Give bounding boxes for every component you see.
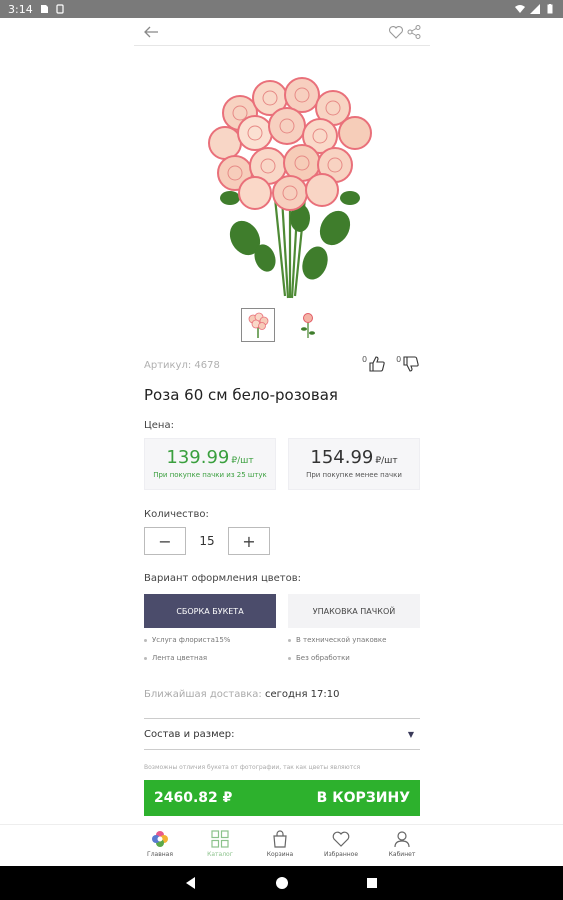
tab-label: Корзина — [266, 851, 294, 858]
dislike-button[interactable]: 0 — [396, 355, 420, 373]
feature-item: Лента цветная — [144, 654, 230, 662]
tab-favorites[interactable]: Избранное — [311, 829, 371, 858]
tab-catalog[interactable]: Каталог — [190, 829, 250, 858]
tab-home[interactable]: Главная — [130, 829, 190, 858]
price-option-pack[interactable]: 139.99 ₽/шт При покупке пачки из 25 штук — [144, 438, 276, 490]
composition-label: Состав и размер: — [144, 728, 235, 740]
photo-disclaimer: Возможны отличия букета от фотографии, т… — [144, 764, 361, 771]
delivery-info: Ближайшая доставка: сегодня 17:10 — [144, 689, 339, 700]
delivery-label: Ближайшая доставка: — [144, 689, 262, 700]
wifi-icon — [515, 5, 525, 13]
tab-label: Каталог — [207, 851, 233, 858]
bottom-tab-bar: Главная Каталог Корзина Избранное Кабине… — [0, 824, 563, 866]
back-triangle-icon[interactable] — [183, 875, 199, 891]
battery-icon — [547, 4, 553, 14]
grid-icon — [211, 830, 229, 848]
variant-label: Вариант оформления цветов: — [144, 573, 302, 584]
total-price: 2460.82 ₽ — [154, 790, 233, 806]
tab-cart[interactable]: Корзина — [250, 829, 310, 858]
system-navigation-bar — [0, 866, 563, 900]
product-image — [208, 77, 372, 299]
tab-label: Главная — [147, 851, 173, 858]
quantity-stepper: − 15 + — [144, 527, 270, 555]
feature-item: В технической упаковке — [288, 636, 386, 644]
delivery-value: сегодня 17:10 — [264, 689, 340, 700]
price-label: Цена: — [144, 420, 174, 431]
share-icon[interactable] — [406, 24, 422, 40]
like-button[interactable]: 0 — [362, 355, 386, 373]
home-circle-icon[interactable] — [274, 875, 290, 891]
flower-logo-icon — [152, 831, 168, 847]
article-number: Артикул: 4678 — [144, 360, 220, 371]
thumbs-down-icon — [403, 356, 419, 372]
price-note: При покупке менее пачки — [306, 471, 402, 479]
composition-accordion[interactable]: Состав и размер: ▼ — [144, 718, 420, 750]
rose-thumbnail-icon — [301, 313, 315, 338]
minus-icon: − — [158, 531, 172, 551]
thumbs-up-icon — [369, 356, 385, 372]
image-thumbnails — [241, 308, 325, 342]
user-icon — [394, 831, 410, 848]
bouquet-thumbnail-icon — [248, 312, 269, 338]
tab-account[interactable]: Кабинет — [372, 829, 432, 858]
notification-icon — [56, 4, 64, 14]
product-title: Роза 60 см бело-розовая — [144, 386, 338, 404]
increase-button[interactable]: + — [228, 527, 270, 555]
variant-pack-features: В технической упаковке Без обработки — [288, 636, 386, 672]
price-option-single[interactable]: 154.99 ₽/шт При покупке менее пачки — [288, 438, 420, 490]
price-amount: 154.99 — [310, 447, 374, 468]
add-to-cart-label: В КОРЗИНУ — [316, 790, 410, 806]
tab-label: Кабинет — [388, 851, 416, 858]
thumbnail-single-rose[interactable] — [291, 308, 325, 342]
variant-bouquet-features: Услуга флориста15% Лента цветная — [144, 636, 230, 672]
quantity-label: Количество: — [144, 509, 209, 520]
thumbnail-bouquet[interactable] — [241, 308, 275, 342]
heart-icon[interactable] — [388, 24, 404, 40]
product-header — [134, 18, 430, 46]
product-screen: Артикул: 4678 0 0 Роза 60 см бело-розова… — [0, 18, 563, 824]
status-bar: 3:14 — [0, 0, 563, 18]
caret-down-icon: ▼ — [407, 729, 414, 739]
arrow-left-icon[interactable] — [142, 23, 160, 41]
likes-count: 0 — [362, 355, 368, 364]
rating-votes: 0 0 — [362, 355, 420, 373]
status-time: 3:14 — [8, 2, 33, 16]
bag-icon — [273, 830, 287, 848]
signal-icon — [530, 4, 540, 14]
feature-item: Услуга флориста15% — [144, 636, 230, 644]
heart-icon — [332, 831, 350, 847]
recents-square-icon[interactable] — [364, 875, 380, 891]
price-value-pack: 139.99 ₽/шт — [145, 447, 275, 468]
price-note: При покупке пачки из 25 штук — [153, 471, 267, 479]
decrease-button[interactable]: − — [144, 527, 186, 555]
price-unit: ₽/шт — [375, 456, 398, 466]
sd-card-icon — [40, 5, 48, 13]
tab-label: Избранное — [323, 851, 359, 858]
price-unit: ₽/шт — [231, 456, 254, 466]
variant-bouquet-button[interactable]: СБОРКА БУКЕТА — [144, 594, 276, 628]
quantity-value[interactable]: 15 — [186, 534, 228, 548]
dislikes-count: 0 — [396, 355, 402, 364]
price-value-single: 154.99 ₽/шт — [289, 447, 419, 468]
variant-pack-button[interactable]: УПАКОВКА ПАЧКОЙ — [288, 594, 420, 628]
plus-icon: + — [242, 531, 256, 551]
feature-item: Без обработки — [288, 654, 386, 662]
price-amount: 139.99 — [166, 447, 230, 468]
add-to-cart-button[interactable]: 2460.82 ₽ В КОРЗИНУ — [144, 780, 420, 816]
